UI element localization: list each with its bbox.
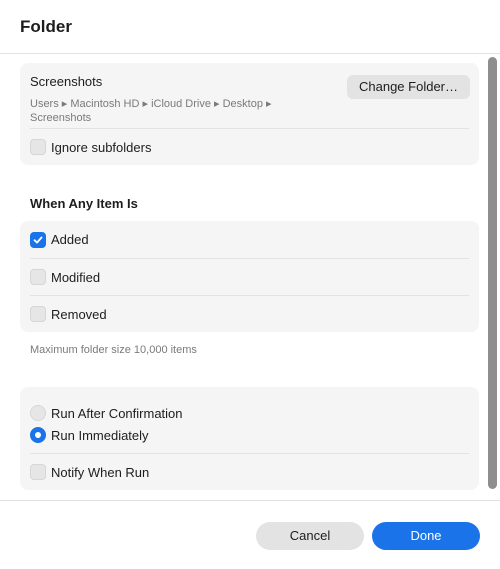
divider [30,295,469,296]
dialog-footer: Cancel Done [0,500,500,569]
done-button[interactable]: Done [372,522,480,550]
cancel-button[interactable]: Cancel [256,522,364,550]
settings-scroll-area[interactable]: Screenshots Users ▸ Macintosh HD ▸ iClou… [0,55,500,500]
folder-name: Screenshots [30,74,103,89]
notify-when-run-checkbox[interactable] [30,464,46,480]
run-after-confirmation-label: Run After Confirmation [51,406,183,421]
folder-path: Users ▸ Macintosh HD ▸ iCloud Drive ▸ De… [30,98,272,124]
folder-group: Screenshots Users ▸ Macintosh HD ▸ iClou… [20,63,479,165]
when-any-item-heading: When Any Item Is [30,196,138,211]
item-events-group: Added Modified Removed [20,221,479,332]
notify-when-run-label: Notify When Run [51,465,150,480]
ignore-subfolders-label: Ignore subfolders [51,140,152,155]
run-immediately-label: Run Immediately [51,428,149,443]
change-folder-button[interactable]: Change Folder… [347,75,470,99]
divider [30,128,469,129]
scrollbar-thumb[interactable] [488,57,497,489]
added-label: Added [51,232,89,247]
max-folder-size-note: Maximum folder size 10,000 items [30,344,197,356]
run-immediately-radio[interactable] [30,427,46,443]
modified-checkbox[interactable] [30,269,46,285]
checkmark-icon [33,236,43,244]
vertical-scrollbar[interactable] [487,57,497,489]
page-title: Folder [20,17,72,36]
ignore-subfolders-checkbox[interactable] [30,139,46,155]
added-checkbox[interactable] [30,232,46,248]
modified-label: Modified [51,270,101,285]
run-after-confirmation-radio[interactable] [30,405,46,421]
dialog-header: Folder [0,0,500,54]
removed-checkbox[interactable] [30,306,46,322]
run-options-group: Run After Confirmation Run Immediately N… [20,387,479,490]
divider [30,258,469,259]
removed-label: Removed [51,307,107,322]
divider [30,453,469,454]
